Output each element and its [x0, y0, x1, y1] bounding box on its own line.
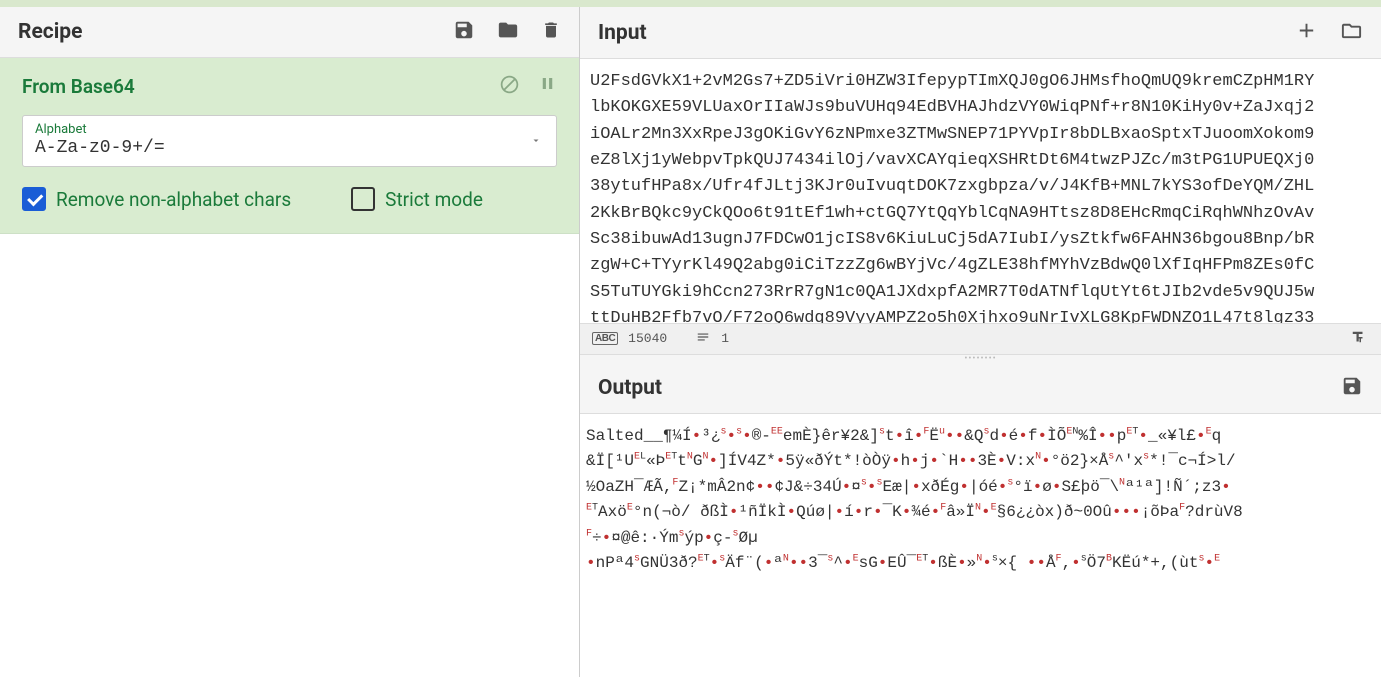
operation-title: From Base64: [22, 75, 135, 98]
add-input-tab-button[interactable]: [1295, 19, 1318, 46]
recipe-body: From Base64 Alphabet A-Za-z0-9+/=: [0, 58, 579, 677]
strict-label: Strict mode: [385, 188, 483, 211]
checkbox-checked-icon: [22, 187, 46, 211]
remove-nonalphabet-checkbox[interactable]: Remove non-alphabet chars: [22, 187, 291, 211]
input-header: Input: [580, 7, 1381, 59]
open-file-button[interactable]: [1340, 19, 1363, 46]
input-textarea[interactable]: U2FsdGVkX1+2vM2Gs7+ZD5iVri0HZW3IfepypTIm…: [580, 59, 1381, 323]
output-header: Output: [580, 363, 1381, 414]
recipe-header: Recipe: [0, 7, 579, 58]
text-options-button[interactable]: [1347, 328, 1369, 350]
output-title: Output: [598, 376, 662, 400]
clear-recipe-button[interactable]: [541, 19, 561, 45]
recipe-panel: Recipe From Base64: [0, 7, 580, 677]
checkbox-unchecked-icon: [351, 187, 375, 211]
chevron-down-icon: [530, 132, 542, 151]
alphabet-value: A-Za-z0-9+/=: [35, 138, 544, 158]
top-accent-bar: [0, 0, 1381, 7]
save-recipe-button[interactable]: [453, 19, 475, 45]
load-recipe-button[interactable]: [497, 19, 519, 45]
disable-operation-button[interactable]: [499, 74, 520, 99]
input-title: Input: [598, 21, 647, 45]
abc-icon: ABC: [592, 332, 618, 345]
output-textarea[interactable]: Salted__¶¼Í•³¿s•s•®-EEemÈ}êr¥2&]st•î•FËu…: [580, 414, 1381, 677]
char-count: 15040: [628, 331, 667, 346]
recipe-title: Recipe: [18, 20, 82, 44]
lines-icon: [695, 330, 711, 348]
strict-mode-checkbox[interactable]: Strict mode: [351, 187, 483, 211]
alphabet-dropdown[interactable]: Alphabet A-Za-z0-9+/=: [22, 115, 557, 167]
save-output-button[interactable]: [1341, 375, 1363, 401]
input-status-bar: ABC 15040 1: [580, 323, 1381, 355]
line-count: 1: [721, 331, 729, 346]
pause-operation-button[interactable]: [538, 74, 557, 99]
alphabet-label: Alphabet: [35, 122, 544, 137]
resize-grip[interactable]: ••••••••: [580, 355, 1381, 363]
remove-label: Remove non-alphabet chars: [56, 188, 291, 211]
operation-from-base64: From Base64 Alphabet A-Za-z0-9+/=: [0, 58, 579, 234]
